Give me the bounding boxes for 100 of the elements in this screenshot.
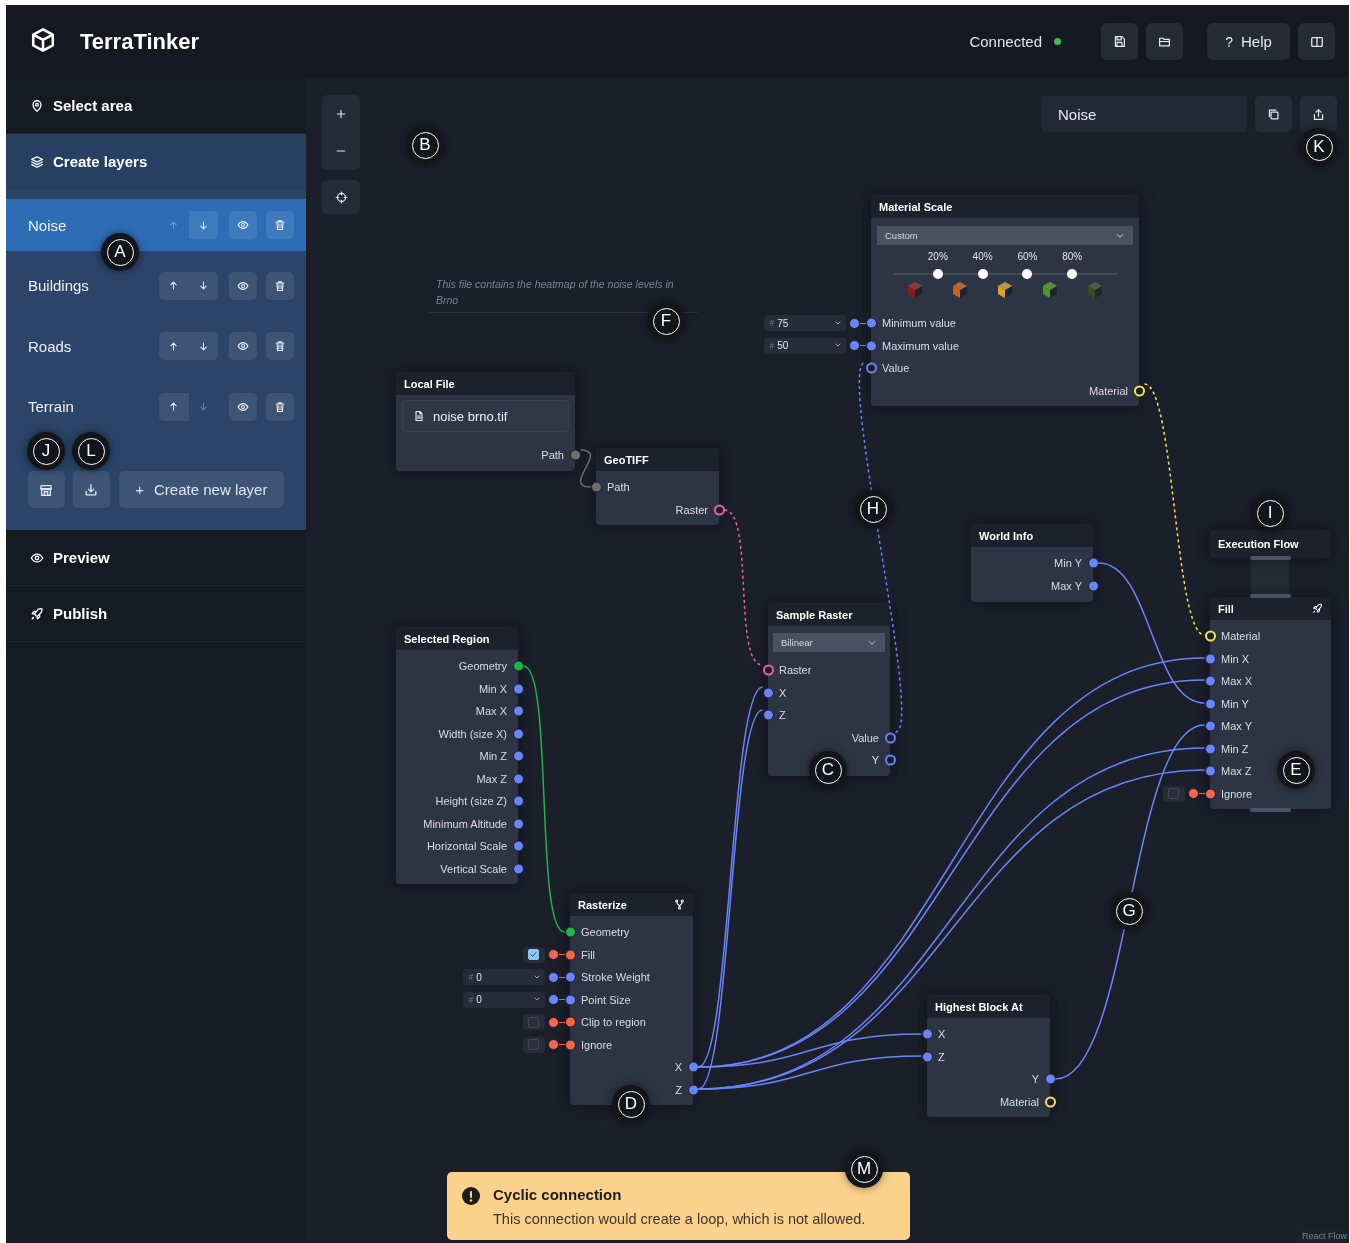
port-dot[interactable] bbox=[762, 709, 774, 721]
store-button[interactable] bbox=[28, 471, 65, 508]
port-dot[interactable] bbox=[1204, 653, 1216, 665]
port-dot[interactable] bbox=[1204, 720, 1216, 732]
checkbox[interactable] bbox=[528, 949, 539, 961]
port-dot[interactable] bbox=[687, 1061, 699, 1073]
port-dot[interactable] bbox=[564, 949, 576, 961]
node-card[interactable] bbox=[927, 995, 1050, 1117]
node-card[interactable] bbox=[596, 448, 719, 525]
slider-thumb[interactable] bbox=[932, 269, 943, 279]
port-dot[interactable] bbox=[547, 1016, 559, 1028]
checkbox[interactable] bbox=[528, 1039, 539, 1051]
port-dot[interactable] bbox=[547, 994, 559, 1006]
move-up-button[interactable] bbox=[159, 271, 189, 300]
create-layer-button[interactable]: + Create new layer bbox=[118, 471, 284, 508]
visibility-button[interactable] bbox=[229, 271, 257, 300]
node-card[interactable] bbox=[871, 195, 1139, 406]
connection-line[interactable] bbox=[697, 1055, 923, 1090]
port-dot[interactable] bbox=[1044, 1073, 1056, 1085]
port-dot[interactable] bbox=[884, 732, 896, 744]
node-card[interactable] bbox=[396, 627, 518, 884]
port-dot[interactable] bbox=[547, 971, 559, 983]
node-card[interactable] bbox=[971, 524, 1093, 602]
connection-line[interactable] bbox=[522, 665, 566, 933]
port-dot[interactable] bbox=[713, 504, 725, 516]
flow-handle[interactable] bbox=[1250, 556, 1291, 560]
port-dot[interactable] bbox=[512, 705, 524, 717]
slider-thumb[interactable] bbox=[977, 269, 988, 279]
slider-thumb[interactable] bbox=[1067, 269, 1078, 279]
move-up-button[interactable] bbox=[159, 392, 189, 421]
node-card[interactable] bbox=[1210, 597, 1331, 809]
delete-button[interactable] bbox=[266, 392, 294, 421]
port-dot[interactable] bbox=[1204, 788, 1216, 800]
visibility-button[interactable] bbox=[229, 332, 257, 360]
port-dot[interactable] bbox=[547, 949, 559, 961]
port-dot[interactable] bbox=[848, 317, 860, 329]
port-dot[interactable] bbox=[512, 818, 524, 830]
sidebar-item[interactable]: Create layers bbox=[6, 134, 306, 189]
open-button[interactable] bbox=[1146, 23, 1183, 60]
number-field[interactable]: # 0 bbox=[462, 969, 545, 986]
number-field[interactable]: # 50 bbox=[763, 337, 846, 354]
port-dot[interactable] bbox=[884, 754, 896, 766]
port-dot[interactable] bbox=[865, 362, 877, 374]
port-dot[interactable] bbox=[590, 481, 602, 493]
port-dot[interactable] bbox=[1087, 580, 1099, 592]
layer-item[interactable]: Roads bbox=[6, 320, 306, 372]
layout-button[interactable] bbox=[1298, 23, 1335, 60]
import-button[interactable] bbox=[72, 471, 110, 508]
checkbox[interactable] bbox=[528, 1016, 539, 1028]
port-dot[interactable] bbox=[865, 340, 877, 352]
port-dot[interactable] bbox=[569, 449, 581, 461]
port-dot[interactable] bbox=[687, 1084, 699, 1096]
number-field[interactable]: # 75 bbox=[763, 315, 846, 332]
port-dot[interactable] bbox=[1204, 675, 1216, 687]
duplicate-button[interactable] bbox=[1255, 96, 1292, 132]
port-dot[interactable] bbox=[564, 1039, 576, 1051]
port-dot[interactable] bbox=[1187, 788, 1199, 800]
connection-line[interactable] bbox=[579, 449, 592, 488]
port-dot[interactable] bbox=[564, 994, 576, 1006]
port-dot[interactable] bbox=[762, 687, 774, 699]
port-dot[interactable] bbox=[564, 926, 576, 938]
dropdown[interactable]: Custom bbox=[877, 226, 1133, 245]
checkbox[interactable] bbox=[1168, 788, 1179, 800]
dropdown[interactable]: Bilinear bbox=[773, 633, 885, 652]
port-dot[interactable] bbox=[1087, 557, 1099, 569]
fit-view-button[interactable] bbox=[322, 180, 360, 214]
port-dot[interactable] bbox=[1204, 765, 1216, 777]
port-dot[interactable] bbox=[512, 840, 524, 852]
port-dot[interactable] bbox=[547, 1039, 559, 1051]
visibility-button[interactable] bbox=[229, 392, 257, 421]
connection-line[interactable] bbox=[697, 1033, 923, 1068]
port-dot[interactable] bbox=[1204, 743, 1216, 755]
move-down-button[interactable] bbox=[188, 271, 218, 300]
delete-button[interactable] bbox=[266, 271, 294, 300]
port-dot[interactable] bbox=[512, 773, 524, 785]
port-dot[interactable] bbox=[512, 728, 524, 740]
node-card[interactable] bbox=[1210, 530, 1331, 558]
port-dot[interactable] bbox=[512, 660, 524, 672]
port-dot[interactable] bbox=[848, 340, 860, 352]
port-dot[interactable] bbox=[564, 1016, 576, 1028]
slider-thumb[interactable] bbox=[1022, 269, 1033, 279]
port-dot[interactable] bbox=[512, 795, 524, 807]
visibility-button[interactable] bbox=[229, 211, 257, 239]
port-dot[interactable] bbox=[512, 863, 524, 875]
flow-handle[interactable] bbox=[1250, 594, 1291, 598]
share-button[interactable] bbox=[1300, 96, 1337, 132]
delete-button[interactable] bbox=[266, 332, 294, 360]
move-up-button[interactable] bbox=[159, 332, 189, 360]
number-field[interactable]: # 0 bbox=[462, 991, 545, 1008]
layer-name-field[interactable]: Noise bbox=[1042, 96, 1247, 132]
port-dot[interactable] bbox=[512, 750, 524, 762]
port-dot[interactable] bbox=[921, 1051, 933, 1063]
port-dot[interactable] bbox=[564, 971, 576, 983]
port-dot[interactable] bbox=[762, 664, 774, 676]
help-button[interactable]: ? Help bbox=[1207, 23, 1290, 60]
file-field[interactable]: noise brno.tif bbox=[402, 400, 569, 432]
port-dot[interactable] bbox=[1204, 698, 1216, 710]
port-dot[interactable] bbox=[865, 317, 877, 329]
layer-item[interactable]: Terrain bbox=[6, 380, 306, 433]
port-dot[interactable] bbox=[512, 683, 524, 695]
